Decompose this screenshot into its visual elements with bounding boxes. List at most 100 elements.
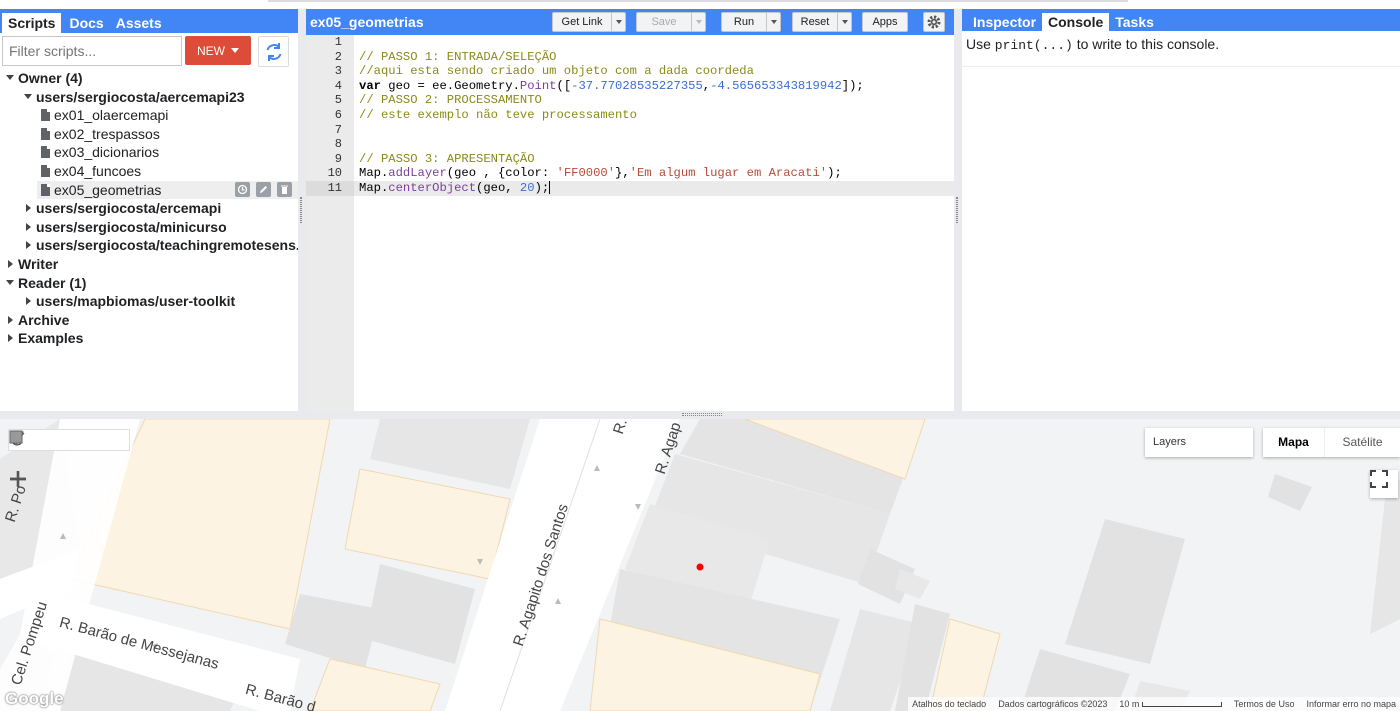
code-line[interactable] <box>354 123 954 138</box>
google-logo: Google <box>5 689 64 708</box>
new-label: NEW <box>197 43 225 58</box>
fullscreen-button[interactable] <box>1370 470 1398 498</box>
right-tabbar: Inspector Console Tasks <box>962 9 1400 31</box>
code-line[interactable]: Map.centerObject(geo, 20); <box>354 180 954 196</box>
code-line[interactable]: Map.addLayer(geo , {color: 'FF0000'},'Em… <box>354 166 954 181</box>
history-icon[interactable] <box>235 181 250 197</box>
script-tree: Owner (4) users/sergiocosta/aercemapi23 … <box>0 69 308 348</box>
map-data-text: Dados cartográficos ©2023 <box>998 699 1108 709</box>
code-line[interactable]: // PASSO 1: ENTRADA/SELEÇÃO <box>354 50 954 65</box>
settings-button[interactable] <box>923 12 945 32</box>
rectangle-tool-button[interactable] <box>9 430 129 450</box>
right-splitter[interactable] <box>954 9 962 411</box>
caret-right-icon <box>26 241 31 250</box>
refresh-button[interactable] <box>258 36 289 67</box>
caret-right-icon <box>8 334 13 343</box>
refresh-icon <box>266 42 281 61</box>
tree-file[interactable]: ex01_olaercemapi <box>0 106 298 125</box>
console-message: Use print(...) to write to this console. <box>962 31 1400 67</box>
edit-icon[interactable] <box>256 181 271 197</box>
caret-down-icon <box>24 93 32 99</box>
top-strip <box>0 0 1400 9</box>
tree-archive[interactable]: Archive <box>0 311 298 330</box>
editor-toolbar: ex05_geometrias Get Link Save Run Reset … <box>306 9 954 35</box>
polygon-tool-button[interactable] <box>9 430 105 450</box>
dropdown-arrow-icon[interactable] <box>611 13 625 31</box>
map-view[interactable]: R. Barão de Messejanas R. Barão d R. Aga… <box>0 419 1400 711</box>
gear-icon <box>927 15 941 29</box>
zoom-controls <box>8 469 34 525</box>
code-line[interactable] <box>354 137 954 152</box>
point-tool-button[interactable] <box>10 430 57 450</box>
map-splitter[interactable] <box>0 411 1400 419</box>
tree-examples[interactable]: Examples <box>0 329 298 348</box>
scale-indicator: 10 m <box>1119 697 1222 711</box>
filter-row: NEW <box>0 33 298 69</box>
file-icon <box>41 146 50 159</box>
tree-repo[interactable]: users/sergiocosta/teachingremotesens... <box>0 236 308 255</box>
new-button[interactable]: NEW <box>185 36 251 65</box>
tab-assets[interactable]: Assets <box>110 13 168 33</box>
zoom-out-button[interactable] <box>8 477 34 525</box>
tree-repo[interactable]: users/sergiocosta/ercemapi <box>0 199 298 218</box>
report-error-link[interactable]: Informar erro no mapa <box>1306 697 1396 711</box>
tree-owner[interactable]: Owner (4) <box>0 69 298 88</box>
tree-file-selected[interactable]: ex05_geometrias <box>37 180 298 200</box>
caret-down-icon <box>6 75 14 80</box>
tree-file[interactable]: ex04_funcoes <box>0 162 298 181</box>
tree-file[interactable]: ex02_trespassos <box>0 125 298 144</box>
tab-tasks[interactable]: Tasks <box>1109 13 1160 31</box>
tree-writer[interactable]: Writer <box>0 255 298 274</box>
file-icon <box>41 127 50 140</box>
scripts-panel: Scripts Docs Assets NEW Owner <box>0 9 308 411</box>
caret-right-icon <box>8 259 13 268</box>
tree-repo[interactable]: users/mapbiomas/user-toolkit <box>0 292 298 311</box>
keyboard-shortcuts-link[interactable]: Atalhos do teclado <box>912 697 986 711</box>
line-numbers: 1234 5678 9 10 11 <box>306 35 354 411</box>
script-title: ex05_geometrias <box>310 14 424 30</box>
tab-console[interactable]: Console <box>1042 13 1110 31</box>
apps-button[interactable]: Apps <box>862 12 908 32</box>
tab-docs[interactable]: Docs <box>63 13 109 33</box>
caret-down-icon <box>6 279 14 285</box>
minus-icon <box>10 477 26 481</box>
tab-scripts[interactable]: Scripts <box>2 13 62 33</box>
row-actions <box>235 181 292 197</box>
tree-file[interactable]: ex03_dicionarios <box>0 143 298 162</box>
fullscreen-icon <box>1370 470 1388 488</box>
layers-control[interactable]: Layers <box>1145 428 1253 457</box>
dropdown-arrow-icon[interactable] <box>691 13 705 31</box>
file-icon <box>41 109 50 122</box>
code-line[interactable]: // este exemplo não teve processamento <box>354 108 954 123</box>
scale-bar <box>1141 702 1222 708</box>
geometry-point[interactable] <box>696 563 704 571</box>
code-editor: ex05_geometrias Get Link Save Run Reset … <box>306 9 954 411</box>
get-link-button[interactable]: Get Link <box>552 12 626 32</box>
line-tool-button[interactable] <box>9 430 81 450</box>
dropdown-arrow-icon[interactable] <box>837 13 851 31</box>
output-panel: Inspector Console Tasks Use print(...) t… <box>962 9 1400 411</box>
code-line[interactable]: // PASSO 2: PROCESSAMENTO <box>354 93 954 108</box>
caret-right-icon <box>26 204 31 213</box>
save-button[interactable]: Save <box>636 12 706 32</box>
caret-right-icon <box>26 222 31 231</box>
code-editor-area: Scripts Docs Assets NEW Owner <box>0 0 1400 411</box>
map-type-map[interactable]: Mapa <box>1263 428 1325 457</box>
code-line[interactable]: //aqui esta sendo criado um objeto com a… <box>354 64 954 79</box>
reset-button[interactable]: Reset <box>792 12 852 32</box>
delete-icon[interactable] <box>277 181 292 197</box>
code-line[interactable]: // PASSO 3: APRESENTAÇÃO <box>354 152 954 167</box>
tree-repo[interactable]: users/sergiocosta/aercemapi23 <box>0 88 298 107</box>
dropdown-arrow-icon[interactable] <box>766 13 780 31</box>
tree-repo[interactable]: users/sergiocosta/minicurso <box>0 218 298 237</box>
tab-inspector[interactable]: Inspector <box>967 13 1042 31</box>
run-button[interactable]: Run <box>721 12 781 32</box>
tree-reader[interactable]: Reader (1) <box>0 274 298 293</box>
code-line[interactable] <box>354 35 954 50</box>
filter-scripts-input[interactable] <box>2 36 182 66</box>
code-area[interactable]: // PASSO 1: ENTRADA/SELEÇÃO//aqui esta s… <box>354 35 954 411</box>
terms-link[interactable]: Termos de Uso <box>1234 697 1295 711</box>
left-splitter[interactable] <box>298 9 306 411</box>
code-line[interactable]: var geo = ee.Geometry.Point([-37.7702853… <box>354 79 954 94</box>
map-type-satellite[interactable]: Satélite <box>1325 428 1400 457</box>
